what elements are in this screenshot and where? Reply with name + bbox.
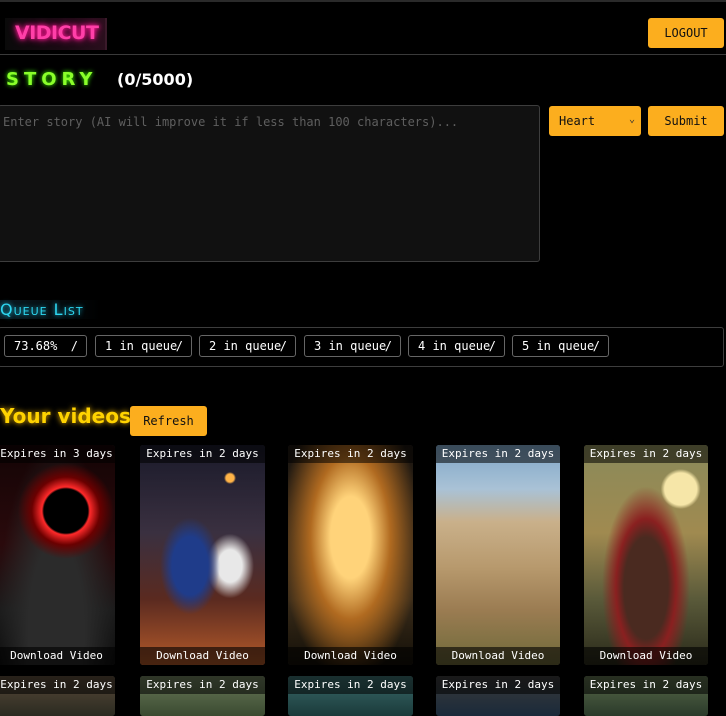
video-card[interactable]: Expires in 2 days bbox=[140, 676, 265, 716]
video-card[interactable]: Expires in 2 days bbox=[436, 676, 560, 716]
logout-button[interactable]: LOGOUT bbox=[648, 18, 724, 48]
queue-item-separator: / bbox=[70, 339, 78, 353]
queue-item-separator: / bbox=[488, 339, 496, 353]
queue-item: 2 in queue / bbox=[199, 335, 296, 357]
video-thumbnail[interactable] bbox=[436, 445, 560, 665]
video-card[interactable]: Expires in 2 days Download Video bbox=[288, 445, 413, 665]
video-card[interactable]: Expires in 2 days Download Video bbox=[584, 445, 708, 665]
download-video-button[interactable]: Download Video bbox=[436, 647, 560, 665]
story-input[interactable] bbox=[0, 105, 540, 262]
queue-list-title: Queue List bbox=[0, 300, 100, 319]
queue-item-label: 3 in queue bbox=[314, 339, 387, 353]
queue-item-progress: 73.68% / bbox=[4, 335, 87, 357]
video-thumbnail[interactable] bbox=[584, 445, 708, 665]
queue-item-label: 2 in queue bbox=[209, 339, 282, 353]
vidicut-logo[interactable]: VIDICUT bbox=[5, 18, 107, 50]
video-thumbnail[interactable] bbox=[140, 445, 265, 665]
video-card[interactable]: Expires in 2 days bbox=[584, 676, 708, 716]
queue-item: 1 in queue / bbox=[95, 335, 192, 357]
download-video-button[interactable]: Download Video bbox=[140, 647, 265, 665]
expires-label: Expires in 2 days bbox=[140, 676, 265, 694]
video-card[interactable]: Expires in 2 days bbox=[288, 676, 413, 716]
queue-item-separator: / bbox=[592, 339, 600, 353]
refresh-button[interactable]: Refresh bbox=[130, 406, 207, 436]
submit-button[interactable]: Submit bbox=[648, 106, 724, 136]
expires-label: Expires in 2 days bbox=[584, 676, 708, 694]
story-character-count: (0/5000) bbox=[117, 70, 194, 89]
expires-label: Expires in 2 days bbox=[436, 676, 560, 694]
expires-label: Expires in 2 days bbox=[288, 445, 413, 463]
video-card[interactable]: Expires in 2 days Download Video bbox=[140, 445, 265, 665]
video-card[interactable]: Expires in 2 days bbox=[0, 676, 115, 716]
expires-label: Expires in 2 days bbox=[584, 445, 708, 463]
expires-label: Expires in 2 days bbox=[288, 676, 413, 694]
voice-select[interactable]: Heart ⌄ bbox=[549, 106, 641, 136]
queue-item-label: 73.68% bbox=[14, 339, 58, 353]
video-card[interactable]: Expires in 3 days Download Video bbox=[0, 445, 115, 665]
queue-item-label: 4 in queue bbox=[418, 339, 491, 353]
story-title: STORY bbox=[6, 69, 97, 91]
expires-label: Expires in 2 days bbox=[436, 445, 560, 463]
video-card[interactable]: Expires in 2 days Download Video bbox=[436, 445, 560, 665]
logo-text: VIDICUT bbox=[15, 22, 99, 44]
chevron-down-icon: ⌄ bbox=[628, 114, 635, 125]
queue-item-separator: / bbox=[279, 339, 287, 353]
queue-item: 3 in queue / bbox=[304, 335, 401, 357]
queue-item-label: 1 in queue bbox=[105, 339, 178, 353]
queue-item-separator: / bbox=[384, 339, 392, 353]
video-thumbnail[interactable] bbox=[288, 445, 413, 665]
download-video-button[interactable]: Download Video bbox=[0, 647, 115, 665]
story-title-text: STORY bbox=[6, 69, 98, 90]
expires-label: Expires in 2 days bbox=[140, 445, 265, 463]
queue-item-label: 5 in queue bbox=[522, 339, 595, 353]
your-videos-title: Your videos bbox=[0, 404, 131, 428]
download-video-button[interactable]: Download Video bbox=[288, 647, 413, 665]
expires-label: Expires in 2 days bbox=[0, 676, 115, 694]
queue-item: 5 in queue / bbox=[512, 335, 609, 357]
voice-select-value[interactable]: Heart bbox=[549, 106, 641, 136]
queue-item-separator: / bbox=[175, 339, 183, 353]
video-thumbnail[interactable] bbox=[0, 445, 115, 665]
app-header: VIDICUT LOGOUT bbox=[0, 2, 726, 55]
expires-label: Expires in 3 days bbox=[0, 445, 115, 463]
queue-item: 4 in queue / bbox=[408, 335, 505, 357]
download-video-button[interactable]: Download Video bbox=[584, 647, 708, 665]
